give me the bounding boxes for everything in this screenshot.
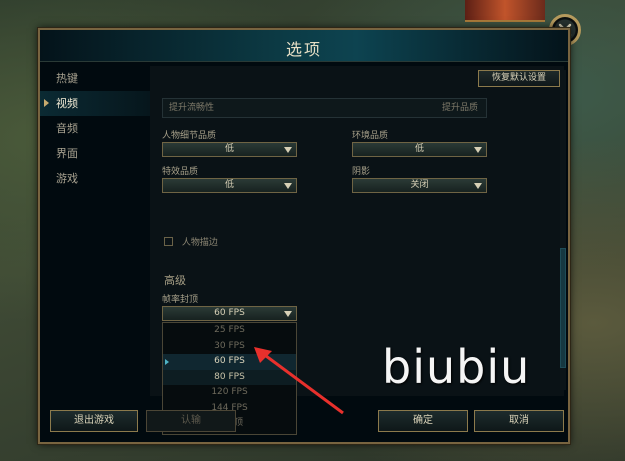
cancel-button[interactable]: 取消	[474, 410, 564, 432]
sidebar-item-audio[interactable]: 音频	[40, 116, 150, 141]
performance-label: 提升流畅性	[169, 103, 215, 113]
sidebar-item-game[interactable]: 游戏	[40, 166, 150, 191]
environment-quality-label: 环境品质	[352, 131, 389, 141]
dialog-header: 选项	[40, 30, 568, 62]
character-quality-select[interactable]: 低	[162, 142, 297, 157]
sidebar-item-video[interactable]: 视频	[40, 91, 150, 116]
surrender-button[interactable]: 认输	[146, 410, 236, 432]
top-hud-banner	[465, 0, 545, 22]
character-quality-label: 人物细节品质	[162, 131, 217, 141]
character-quality-value: 低	[224, 144, 234, 154]
ok-button[interactable]: 确定	[378, 410, 468, 432]
reset-defaults-button[interactable]: 恢复默认设置	[478, 70, 560, 87]
environment-quality-select[interactable]: 低	[352, 142, 487, 157]
advanced-section-title: 高级	[164, 274, 186, 287]
effects-quality-label: 特效品质	[162, 167, 199, 177]
quality-label: 提升品质	[441, 103, 478, 113]
sidebar-item-interface[interactable]: 界面	[40, 141, 150, 166]
scrollbar-thumb[interactable]	[560, 248, 566, 368]
character-inking-row: 人物描边	[164, 235, 218, 248]
environment-quality-value: 低	[414, 144, 424, 154]
effects-quality-select[interactable]: 低	[162, 178, 297, 193]
chevron-down-icon	[284, 147, 292, 153]
dialog-title: 选项	[285, 40, 322, 59]
character-inking-checkbox[interactable]	[164, 237, 173, 246]
character-inking-label: 人物描边	[181, 238, 218, 248]
scrollbar[interactable]	[560, 70, 566, 390]
fps-cap-label: 帧率封顶	[162, 295, 199, 305]
exit-game-button[interactable]: 退出游戏	[50, 410, 138, 432]
chevron-down-icon	[284, 183, 292, 189]
shadows-value: 关闭	[410, 180, 429, 190]
sidebar: 热键 视频 音频 界面 游戏	[40, 66, 150, 396]
fps-cap-select[interactable]: 60 FPS	[162, 306, 297, 321]
fps-cap-value: 60 FPS	[214, 308, 245, 318]
fps-option[interactable]: 25 FPS	[163, 323, 296, 339]
watermark: biubiu	[382, 340, 531, 394]
effects-quality-value: 低	[224, 180, 234, 190]
performance-quality-slider[interactable]: 提升流畅性 提升品质	[162, 98, 487, 118]
shadows-label: 阴影	[352, 167, 371, 177]
chevron-down-icon	[284, 311, 292, 317]
annotation-arrow-icon	[254, 347, 344, 415]
chevron-down-icon	[474, 147, 482, 153]
chevron-down-icon	[474, 183, 482, 189]
shadows-select[interactable]: 关闭	[352, 178, 487, 193]
sidebar-item-hotkeys[interactable]: 热键	[40, 66, 150, 91]
